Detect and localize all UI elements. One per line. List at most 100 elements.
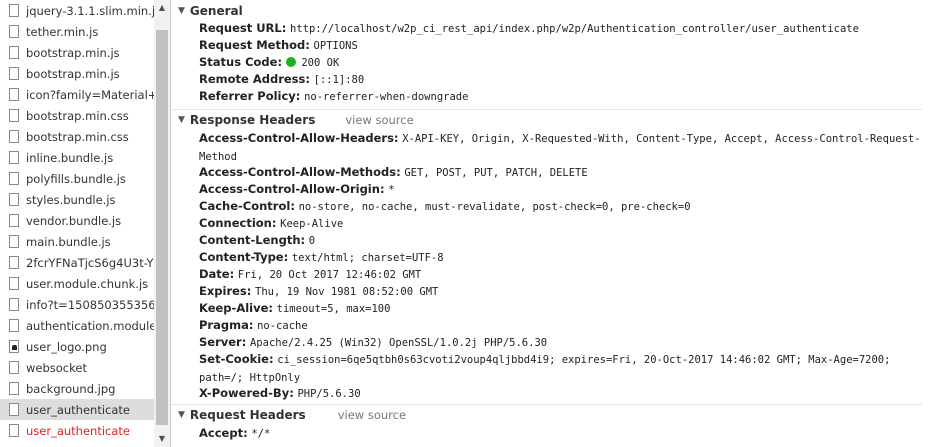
scroll-up-arrow-icon[interactable]: ▲ xyxy=(154,0,170,16)
response-header-row: Server: Apache/2.4.25 (Win32) OpenSSL/1.… xyxy=(199,334,924,352)
response-header-row: Set-Cookie: ci_session=6qe5qtbh0s63cvoti… xyxy=(199,351,924,387)
response-header-row: Connection: Keep-Alive xyxy=(199,215,924,233)
file-icon xyxy=(9,256,19,269)
header-name: Status Code: xyxy=(199,55,283,69)
collapse-triangle-icon: ▼ xyxy=(178,6,185,16)
status-ok-icon xyxy=(285,57,296,67)
request-list-item[interactable]: polyfills.bundle.js xyxy=(0,168,154,189)
request-list-item[interactable]: bootstrap.min.js xyxy=(0,63,154,84)
request-name: user.module.chunk.js xyxy=(26,276,149,291)
header-value: no-referrer-when-downgrade xyxy=(304,91,469,103)
request-list: jquery-3.1.1.slim.min.js tether.min.js boo… xyxy=(0,0,154,441)
scroll-thumb[interactable] xyxy=(156,30,168,425)
request-list-item[interactable]: user_authenticate xyxy=(0,420,154,441)
header-value-continued: Method xyxy=(199,151,237,163)
header-name: Server: xyxy=(199,335,247,349)
header-name: Request Method: xyxy=(199,38,310,52)
request-name: authentication.module.c xyxy=(26,318,154,333)
request-name: info?t=1508503553564 xyxy=(26,297,154,312)
request-list-item[interactable]: tether.min.js xyxy=(0,21,154,42)
request-list-item[interactable]: icon?family=Material+Ic xyxy=(0,84,154,105)
request-list-item[interactable]: bootstrap.min.css xyxy=(0,105,154,126)
header-name: Content-Length: xyxy=(199,233,306,247)
request-name: background.jpg xyxy=(26,381,116,396)
request-list-item[interactable]: background.jpg xyxy=(0,378,154,399)
header-name: Access-Control-Allow-Headers: xyxy=(199,131,399,145)
header-name: Expires: xyxy=(199,284,252,298)
scroll-down-arrow-icon[interactable]: ▼ xyxy=(154,431,170,447)
header-value: X-API-KEY, Origin, X-Requested-With, Con… xyxy=(402,133,921,145)
header-value: timeout=5, max=100 xyxy=(276,303,391,315)
request-list-item[interactable]: info?t=1508503553564 xyxy=(0,294,154,315)
request-name: bootstrap.min.js xyxy=(26,66,120,81)
file-icon xyxy=(9,193,19,206)
file-icon xyxy=(9,88,19,101)
header-value: [::1]:80 xyxy=(313,74,365,86)
request-list-item[interactable]: user.module.chunk.js xyxy=(0,273,154,294)
request-name: bootstrap.min.js xyxy=(26,45,120,60)
request-list-scrollbar[interactable]: ▲ ▼ xyxy=(154,0,170,447)
request-view-source-link[interactable]: view source xyxy=(338,408,406,422)
file-icon xyxy=(9,130,19,143)
request-list-item[interactable]: jquery-3.1.1.slim.min.js xyxy=(0,0,154,21)
request-list-item[interactable]: vendor.bundle.js xyxy=(0,210,154,231)
header-value: Thu, 19 Nov 1981 08:52:00 GMT xyxy=(255,286,439,298)
request-name: bootstrap.min.css xyxy=(26,129,129,144)
general-header-row: Request Method: OPTIONS xyxy=(199,37,924,55)
response-header-row: X-Powered-By: PHP/5.6.30 xyxy=(199,385,924,403)
request-list-item[interactable]: 2fcrYFNaTjcS6g4U3t-Y5 xyxy=(0,252,154,273)
header-name: Cache-Control: xyxy=(199,199,295,213)
request-name: user_authenticate xyxy=(26,423,130,438)
header-name: Set-Cookie: xyxy=(199,352,274,366)
header-value: PHP/5.6.30 xyxy=(297,388,361,400)
response-view-source-link[interactable]: view source xyxy=(345,113,413,127)
request-name: user_authenticate xyxy=(26,402,130,417)
request-list-item[interactable]: styles.bundle.js xyxy=(0,189,154,210)
header-value: 200 OK xyxy=(301,57,340,69)
request-name: inline.bundle.js xyxy=(26,150,114,165)
response-header-row: Date: Fri, 20 Oct 2017 12:46:02 GMT xyxy=(199,266,924,284)
file-icon xyxy=(9,172,19,185)
file-icon xyxy=(9,277,19,290)
request-list-item[interactable]: bootstrap.min.js xyxy=(0,42,154,63)
request-name: 2fcrYFNaTjcS6g4U3t-Y5 xyxy=(26,255,154,270)
request-headers-section-header[interactable]: ▼ Request Headers view source xyxy=(178,406,406,424)
general-header-row: Status Code: 200 OK xyxy=(199,54,924,72)
file-icon xyxy=(9,298,19,311)
file-icon xyxy=(9,361,19,374)
header-value: GET, POST, PUT, PATCH, DELETE xyxy=(404,167,588,179)
general-section-title: General xyxy=(189,4,243,18)
general-section-header[interactable]: ▼ General xyxy=(178,2,243,20)
request-list-item[interactable]: bootstrap.min.css xyxy=(0,126,154,147)
response-header-row: Access-Control-Allow-Headers: X-API-KEY,… xyxy=(199,130,924,166)
header-value-continued: path=/; HttpOnly xyxy=(199,372,301,384)
general-header-row: Referrer Policy: no-referrer-when-downgr… xyxy=(199,88,924,106)
response-headers-section-header[interactable]: ▼ Response Headers view source xyxy=(178,111,414,129)
header-value: no-cache xyxy=(257,320,308,332)
request-name: polyfills.bundle.js xyxy=(26,171,126,186)
divider xyxy=(172,404,922,405)
request-name: vendor.bundle.js xyxy=(26,213,122,228)
request-list-item[interactable]: user_logo.png xyxy=(0,336,154,357)
request-list-item[interactable]: authentication.module.c xyxy=(0,315,154,336)
response-header-row: Access-Control-Allow-Origin: * xyxy=(199,181,924,199)
collapse-triangle-icon: ▼ xyxy=(178,410,185,420)
request-list-item[interactable]: inline.bundle.js xyxy=(0,147,154,168)
file-icon xyxy=(9,46,19,59)
header-name: Date: xyxy=(199,267,235,281)
file-icon xyxy=(9,214,19,227)
request-list-item[interactable]: main.bundle.js xyxy=(0,231,154,252)
header-value: Keep-Alive xyxy=(280,218,344,230)
request-name: jquery-3.1.1.slim.min.js xyxy=(26,3,154,18)
request-list-item[interactable]: user_authenticate xyxy=(0,399,154,420)
header-name: Request URL: xyxy=(199,21,287,35)
header-value: http://localhost/w2p_ci_rest_api/index.p… xyxy=(290,23,859,35)
request-name: tether.min.js xyxy=(26,24,99,39)
response-header-row: Content-Type: text/html; charset=UTF-8 xyxy=(199,249,924,267)
request-list-item[interactable]: websocket xyxy=(0,357,154,378)
header-value: Apache/2.4.25 (Win32) OpenSSL/1.0.2j PHP… xyxy=(249,337,548,349)
header-name: X-Powered-By: xyxy=(199,386,294,400)
header-value: OPTIONS xyxy=(313,40,358,52)
header-name: Access-Control-Allow-Origin: xyxy=(199,182,385,196)
file-icon xyxy=(9,25,19,38)
